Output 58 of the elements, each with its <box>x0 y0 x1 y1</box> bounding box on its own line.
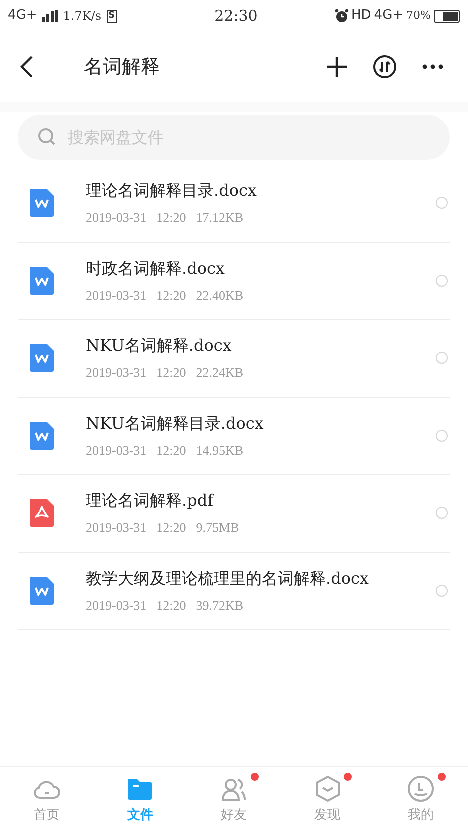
word-file-icon <box>30 344 54 372</box>
page-title: 名词解释 <box>84 54 161 80</box>
network-text: 4G+ <box>8 7 38 26</box>
speed-text: 1.7K/s <box>63 8 102 25</box>
pdf-file-icon <box>30 499 54 528</box>
file-name: NKU名词解释.docx <box>86 335 233 357</box>
select-radio[interactable] <box>436 507 448 520</box>
search-icon <box>38 128 56 146</box>
select-radio[interactable] <box>436 274 448 287</box>
file-time: 12:20 <box>156 364 186 382</box>
select-radio[interactable] <box>436 197 448 210</box>
file-time: 12:20 <box>156 442 186 460</box>
sort-icon <box>373 55 397 79</box>
file-size: 22.40KB <box>196 286 244 304</box>
select-radio[interactable] <box>436 430 448 442</box>
plus-icon <box>326 56 348 78</box>
file-size: 17.12KB <box>196 209 244 227</box>
file-date: 2019-03-31 <box>86 364 147 382</box>
file-time: 12:20 <box>156 286 186 304</box>
file-date: 2019-03-31 <box>86 286 147 304</box>
file-date: 2019-03-31 <box>86 442 147 460</box>
more-icon <box>422 64 444 70</box>
file-date: 2019-03-31 <box>86 519 147 537</box>
file-name: 理论名词解释目录.docx <box>86 180 258 202</box>
file-time: 12:20 <box>156 519 186 537</box>
file-row[interactable]: NKU名词解释.docx 2019-03-31 12:20 22.24KB <box>18 320 450 398</box>
file-size: 39.72KB <box>196 596 244 614</box>
smiley-icon <box>406 774 436 804</box>
file-date: 2019-03-31 <box>86 209 147 227</box>
hd-text: HD <box>352 7 372 26</box>
file-size: 9.75MB <box>196 519 240 537</box>
file-name: 理论名词解释.pdf <box>86 490 216 512</box>
back-icon <box>20 55 34 79</box>
file-time: 12:20 <box>156 209 186 227</box>
file-date: 2019-03-31 <box>86 596 147 614</box>
clock-text: 22:30 <box>214 6 258 27</box>
file-row[interactable]: 理论名词解释.pdf 2019-03-31 12:20 9.75MB <box>18 475 450 552</box>
alarm-icon <box>334 9 348 23</box>
word-file-icon <box>30 576 54 605</box>
word-file-icon <box>30 189 54 218</box>
file-size: 14.95KB <box>196 442 244 460</box>
signal-icon <box>42 10 58 22</box>
select-radio[interactable] <box>436 584 448 597</box>
file-row[interactable]: 时政名词解释.docx 2019-03-31 12:20 22.40KB <box>18 242 450 320</box>
file-name: NKU名词解释目录.docx <box>86 412 265 434</box>
file-row[interactable]: 理论名词解释目录.docx 2019-03-31 12:20 17.12KB <box>18 165 450 242</box>
sim-badge: S <box>106 10 117 22</box>
word-file-icon <box>30 266 54 295</box>
select-radio[interactable] <box>436 352 448 364</box>
file-size: 22.24KB <box>196 364 244 382</box>
battery-text: 70% <box>406 8 431 24</box>
file-name: 时政名词解释.docx <box>86 258 226 280</box>
network-text: 4G+ <box>374 7 404 26</box>
file-row[interactable]: 教学大纲及理论梳理里的名词解释.docx 2019-03-31 12:20 39.72KB <box>18 552 450 630</box>
file-time: 12:20 <box>156 596 186 614</box>
word-file-icon <box>30 422 54 450</box>
file-row[interactable]: NKU名词解释目录.docx 2019-03-31 12:20 14.95KB <box>18 398 450 475</box>
file-name: 教学大纲及理论梳理里的名词解释.docx <box>86 568 370 590</box>
